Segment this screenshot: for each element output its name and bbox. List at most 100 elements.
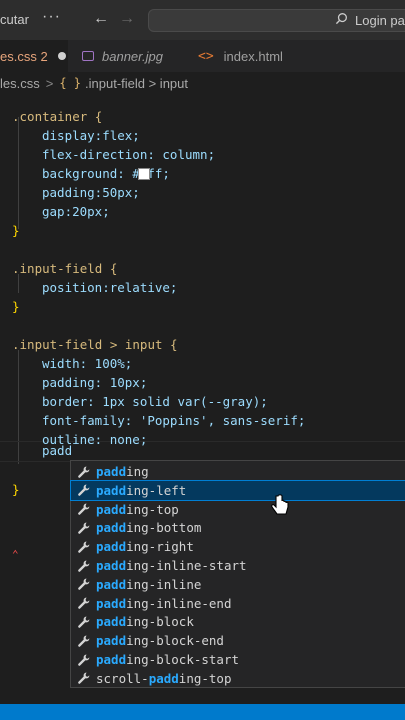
code-text: } — [12, 299, 20, 314]
wrench-icon — [78, 654, 90, 666]
suggestion-match: padd — [96, 576, 127, 592]
editor-tab-bar: es.css 2 banner.jpg <> index.html — [0, 40, 405, 72]
suggestion-match: padd — [96, 558, 127, 573]
code-text: display:flex; — [42, 128, 140, 143]
wrench-icon — [78, 522, 90, 534]
code-line: width: 100%; — [42, 354, 132, 373]
suggestion-match: padd — [96, 595, 127, 611]
command-center-search[interactable]: Login pag — [148, 9, 405, 32]
code-text: } — [12, 223, 20, 238]
suggestion-prefix: scroll- — [96, 670, 149, 686]
breadcrumb: les.css > { } .input-field > input — [0, 72, 405, 94]
code-text: padding:50px; — [42, 185, 140, 200]
code-line: padd — [42, 441, 72, 460]
code-line: flex-direction: column; — [42, 145, 215, 164]
suggestion-match: padd — [148, 670, 179, 686]
code-text: position:relative; — [42, 280, 178, 295]
suggestion-item[interactable]: scroll-padd ing-top — [71, 669, 405, 688]
code-line: } — [12, 480, 20, 499]
color-swatch[interactable] — [138, 168, 150, 180]
code-text: background: #fff; — [42, 166, 170, 181]
search-icon — [335, 13, 347, 25]
code-line: .container { — [12, 107, 102, 126]
suggestion-match: padd — [96, 633, 127, 649]
wrench-icon — [78, 560, 90, 572]
code-line: border: 1px solid var(--gray); — [42, 392, 268, 411]
unsaved-dot-icon[interactable] — [57, 52, 66, 60]
wrench-icon — [78, 541, 90, 553]
status-bar — [0, 704, 405, 720]
breadcrumb-separator: > — [45, 75, 54, 91]
suggestion-match: padd — [96, 520, 127, 536]
suggest-widget[interactable]: padd ing padd ing-left padd ing-top padd ing-bo… — [70, 460, 405, 688]
suggestion-item[interactable]: padd ing-inline-start — [71, 556, 405, 575]
suggestion-match: padd — [96, 482, 127, 498]
tab-styles-css[interactable]: es.css 2 — [0, 40, 68, 72]
suggestion-match: padd — [96, 652, 127, 667]
wrench-icon — [78, 503, 90, 515]
wrench-icon — [78, 635, 90, 647]
wrench-icon — [78, 484, 90, 497]
suggestion-rest: ing-top — [126, 501, 179, 517]
breadcrumb-file[interactable]: les.css — [0, 76, 40, 91]
suggestion-item[interactable]: padd ing-left — [70, 479, 405, 501]
suggestion-rest: ing-block — [126, 614, 194, 630]
code-line: display:flex; — [42, 126, 140, 145]
code-line: position:relative; — [42, 278, 177, 297]
code-text: gap:20px; — [42, 204, 110, 219]
tab-index-html[interactable]: <> index.html — [186, 40, 296, 72]
suggestion-item[interactable]: padd ing-bottom — [71, 518, 405, 537]
suggestion-rest: ing-left — [126, 482, 187, 498]
code-line: background: #fff; — [42, 164, 170, 183]
suggestion-item[interactable]: padd ing-block-end — [71, 631, 405, 650]
code-text: padding: 10px; — [42, 375, 148, 390]
suggestion-item[interactable]: padd ing-inline-end — [71, 594, 405, 613]
suggestion-item[interactable]: padd ing-block — [71, 612, 405, 631]
symbol-icon: { } — [59, 76, 82, 90]
suggestion-match: padd — [96, 539, 127, 555]
suggestion-item[interactable]: padd ing — [71, 462, 405, 481]
back-arrow-icon[interactable]: ← — [93, 10, 109, 28]
suggestion-item[interactable]: padd ing-right — [71, 537, 405, 556]
suggestion-rest: ing-inline — [126, 576, 202, 592]
more-icon[interactable]: ··· — [42, 8, 61, 26]
suggestion-rest: ing-inline-end — [126, 595, 232, 611]
hand-pointer-icon — [271, 494, 289, 515]
suggestion-match: padd — [96, 501, 127, 517]
code-line: .input-field > input { — [12, 335, 178, 354]
code-text: padd — [42, 443, 73, 458]
code-text: } — [12, 482, 20, 497]
suggestion-rest: ing-right — [126, 539, 194, 555]
code-line: .input-field { — [12, 259, 117, 278]
code-text: width: 100%; — [42, 356, 133, 371]
code-text: font-family: 'Poppins', sans-serif; — [42, 413, 306, 428]
suggestion-rest: ing — [126, 464, 149, 479]
tab-banner-jpg[interactable]: banner.jpg — [70, 40, 180, 72]
suggestion-item[interactable]: padd ing-block-start — [71, 650, 405, 669]
wrench-icon — [78, 672, 90, 685]
code-text: .input-field { — [12, 261, 118, 276]
wrench-icon — [78, 597, 90, 609]
code-line: gap:20px; — [42, 202, 110, 221]
wrench-icon — [78, 616, 90, 628]
tab-label: es.css 2 — [0, 48, 48, 64]
search-text: Login pag — [355, 13, 405, 28]
forward-arrow-icon[interactable]: → — [119, 10, 135, 28]
breadcrumb-selector[interactable]: .input-field > input — [85, 76, 188, 91]
suggestion-rest: ing-top — [178, 670, 232, 686]
code-line: } — [12, 221, 20, 240]
suggestion-match: padd — [96, 464, 127, 479]
tab-label: banner.jpg — [102, 48, 163, 64]
wrench-icon — [78, 466, 90, 478]
suggestion-rest: ing-bottom — [126, 520, 202, 536]
code-text: flex-direction: column; — [42, 147, 216, 162]
error-squiggle: ⌃ — [12, 548, 19, 561]
menu-item-executar[interactable]: cutar — [0, 12, 29, 27]
code-line: } — [12, 297, 20, 316]
image-file-icon — [82, 51, 94, 61]
suggestion-item[interactable]: padd ing-top — [71, 500, 405, 519]
html-file-icon: <> — [198, 48, 214, 64]
suggestion-match: padd — [96, 614, 127, 630]
suggestion-item[interactable]: padd ing-inline — [71, 575, 405, 594]
code-text: border: 1px solid var(--gray); — [42, 394, 268, 409]
